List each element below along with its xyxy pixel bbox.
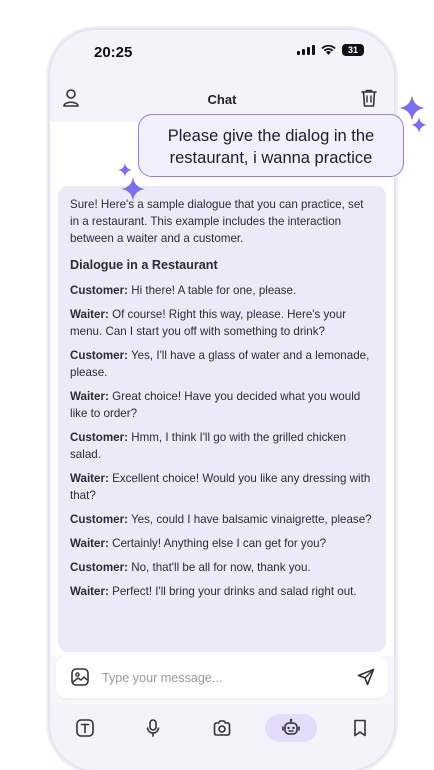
chat-messages: Sure! Here's a sample dialogue that you … <box>50 122 394 656</box>
dialogue-line: Customer: Hmm, I think I'll go with the … <box>70 431 347 461</box>
bottom-tab-bar <box>50 704 394 770</box>
message-input[interactable] <box>100 666 344 690</box>
bookmark-icon <box>354 719 366 737</box>
dialogue-line: Customer: Yes, could I have balsamic vin… <box>70 513 372 526</box>
assistant-message: Sure! Here's a sample dialogue that you … <box>58 186 386 652</box>
message-composer <box>50 656 394 704</box>
page-title: Chat <box>207 92 237 107</box>
dialogue-line: Customer: Hi there! A table for one, ple… <box>70 284 297 297</box>
status-bar: 20:25 31 <box>50 30 394 76</box>
text-icon <box>76 719 94 737</box>
camera-icon <box>213 720 231 736</box>
dialogue-line: Waiter: Certainly! Anything else I can g… <box>70 537 327 550</box>
message-input-box <box>56 656 388 698</box>
tab-text[interactable] <box>59 714 111 742</box>
signal-icon <box>297 45 315 55</box>
status-icons: 31 <box>297 44 364 56</box>
wifi-icon <box>321 44 336 55</box>
trash-icon[interactable] <box>360 88 378 108</box>
sparkle-icon <box>411 117 427 133</box>
dialogue-heading: Dialogue in a Restaurant <box>70 258 218 272</box>
tab-ai-chat[interactable] <box>265 714 317 742</box>
dialogue-line: Waiter: Great choice! Have you decided w… <box>70 390 361 420</box>
tab-voice[interactable] <box>127 714 179 742</box>
dialogue-line: Customer: Yes, I'll have a glass of wate… <box>70 349 370 379</box>
user-message: Please give the dialog in the restaurant… <box>138 114 404 177</box>
tab-camera[interactable] <box>196 714 248 742</box>
send-icon[interactable] <box>356 667 376 687</box>
image-icon[interactable] <box>70 667 90 687</box>
dialogue-line: Waiter: Of course! Right this way, pleas… <box>70 308 347 338</box>
status-time: 20:25 <box>94 44 133 61</box>
microphone-icon <box>146 719 160 737</box>
dialogue-line: Waiter: Excellent choice! Would you like… <box>70 472 371 502</box>
sparkle-icon <box>120 176 146 202</box>
tab-bookmarks[interactable] <box>334 714 386 742</box>
dialogue-line: Customer: No, that'll be all for now, th… <box>70 561 311 574</box>
assistant-intro: Sure! Here's a sample dialogue that you … <box>70 198 364 245</box>
robot-icon <box>282 718 300 735</box>
dialogue-line: Waiter: Perfect! I'll bring your drinks … <box>70 585 357 598</box>
battery-icon: 31 <box>342 44 364 56</box>
